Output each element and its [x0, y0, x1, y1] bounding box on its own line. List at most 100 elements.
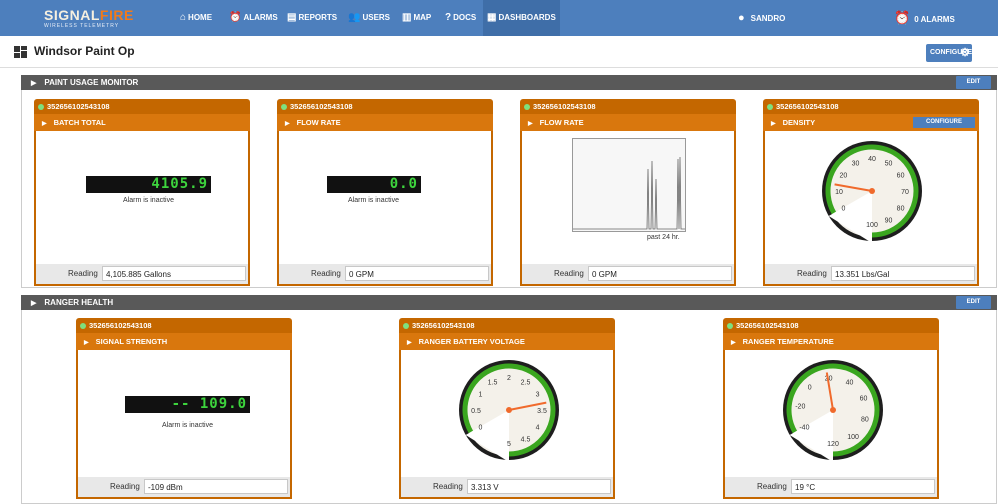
device-id: 352656102543108: [47, 102, 110, 111]
widget-title-bar[interactable]: ▶ RANGER BATTERY VOLTAGE: [399, 333, 615, 350]
gauge-tick-label: 90: [885, 218, 893, 225]
gauge-tick-label: 0.5: [471, 408, 481, 415]
caret-right-icon: ▶: [528, 121, 533, 127]
device-header[interactable]: 352656102543108: [520, 99, 736, 114]
reading-footer: Reading 3.313 V: [399, 477, 615, 499]
widget-title-bar[interactable]: ▶ SIGNAL STRENGTH: [76, 333, 292, 350]
device-header[interactable]: 352656102543108: [723, 318, 939, 333]
reading-label: Reading: [433, 482, 463, 491]
gauge-tick-label: 60: [860, 395, 868, 402]
nav-users-label: USERS: [362, 13, 391, 22]
widget-title-bar[interactable]: ▶ DENSITY CONFIGURE: [763, 114, 979, 131]
nav-users[interactable]: 👥 USERS: [348, 0, 390, 36]
widget-title: DENSITY: [782, 118, 816, 127]
widget-title: SIGNAL STRENGTH: [95, 337, 168, 346]
nav-docs[interactable]: ? DOCS: [445, 0, 476, 36]
nav-dashboards[interactable]: ▦ DASHBOARDS: [483, 0, 560, 36]
section-header-ranger-health[interactable]: ▶ RANGER HEALTH EDIT: [21, 295, 997, 310]
flow-trend-chart[interactable]: [572, 138, 686, 232]
device-id: 352656102543108: [290, 102, 353, 111]
alarm-counter[interactable]: ⏰ 0 ALARMS: [894, 0, 955, 36]
edit-section-button[interactable]: EDIT: [956, 76, 991, 89]
gauge-tick-label: 100: [847, 434, 859, 441]
nav-map[interactable]: ▥ MAP: [402, 0, 431, 36]
gauge-tick-label: 1.5: [488, 379, 498, 386]
status-dot-icon: [38, 104, 44, 111]
help-icon: ?: [445, 12, 452, 23]
gauge-tick-label: 3.5: [537, 408, 547, 415]
device-header[interactable]: 352656102543108: [76, 318, 292, 333]
nav-reports[interactable]: ▤ REPORTS: [287, 0, 337, 36]
status-dot-icon: [403, 323, 409, 330]
flow-trend-line: [573, 156, 685, 230]
reading-label: Reading: [757, 482, 787, 491]
nav-alarms[interactable]: ⏰ ALARMS: [229, 0, 278, 36]
reading-label: Reading: [554, 269, 584, 278]
widget-title: FLOW RATE: [539, 118, 584, 127]
reading-label: Reading: [68, 269, 98, 278]
signalfire-logo[interactable]: SIGNALFIRE WIRELESS TELEMETRY: [44, 8, 133, 30]
nav-home[interactable]: ⌂ HOME: [180, 0, 212, 36]
widget-title-bar[interactable]: ▶ FLOW RATE: [520, 114, 736, 131]
alarm-status: Alarm is inactive: [348, 197, 399, 204]
gauge-tick-label: 40: [868, 156, 876, 163]
nav-map-label: MAP: [413, 13, 432, 22]
widget-title-bar[interactable]: ▶ BATCH TOTAL: [34, 114, 250, 131]
density-gauge: 0 10 20 30 40 50 60 70 80 90 100: [822, 141, 922, 243]
nav-docs-label: DOCS: [453, 13, 477, 22]
status-dot-icon: [80, 323, 86, 330]
page-title: Windsor Paint Op: [34, 44, 135, 58]
voltage-gauge: 0 0.5 1 1.5 2 2.5 3 3.5 4 4.5 5: [459, 360, 559, 462]
gauge-tick-label: -20: [795, 404, 805, 411]
configure-dashboard-button[interactable]: CONFIGURE ⚙: [926, 44, 972, 62]
widget-body: 0 0.5 1 1.5 2 2.5 3 3.5 4 4.5 5: [399, 350, 615, 477]
temperature-gauge: -40-20020406080100120: [783, 360, 883, 462]
gauge-tick-label: 100: [866, 222, 878, 229]
device-header[interactable]: 352656102543108: [763, 99, 979, 114]
home-icon: ⌂: [180, 12, 187, 23]
user-menu[interactable]: ● SANDRO: [738, 0, 785, 36]
device-id: 352656102543108: [776, 102, 839, 111]
lcd-display: 0.0: [327, 176, 421, 193]
gauge-tick-label: 10: [835, 189, 843, 196]
reading-footer: Reading 19 °C: [723, 477, 939, 499]
gauge-tick-label: 80: [861, 417, 869, 424]
widget-title-bar[interactable]: ▶ FLOW RATE: [277, 114, 493, 131]
section-title: RANGER HEALTH: [44, 298, 114, 307]
status-dot-icon: [767, 104, 773, 111]
gauge-tick-label: 1: [478, 392, 482, 399]
gauge-tick-label: 20: [840, 173, 848, 180]
device-header[interactable]: 352656102543108: [277, 99, 493, 114]
alarm-clock-icon: ⏰: [894, 10, 911, 25]
widget-title-bar[interactable]: ▶ RANGER TEMPERATURE: [723, 333, 939, 350]
gauge-tick-label: 5: [507, 441, 511, 448]
report-icon: ▤: [287, 12, 297, 23]
nav-alarms-label: ALARMS: [243, 13, 278, 22]
configure-widget-button[interactable]: CONFIGURE: [913, 117, 975, 128]
gauge-tick-label: 70: [901, 189, 909, 196]
reading-value: 0 GPM: [588, 266, 732, 281]
gauge-tick-label: 4: [536, 425, 540, 432]
nav-reports-label: REPORTS: [298, 13, 338, 22]
gauge-tick-label: -40: [799, 425, 809, 432]
widget-title: BATCH TOTAL: [53, 118, 106, 127]
dashboard-grid-icon: [14, 46, 27, 58]
edit-section-button[interactable]: EDIT: [956, 296, 991, 309]
widget-title: FLOW RATE: [296, 118, 341, 127]
reading-label: Reading: [797, 269, 827, 278]
gauge-tick-label: 0: [478, 425, 482, 432]
gauge-tick-label: 40: [846, 379, 854, 386]
reading-value: 19 °C: [791, 479, 935, 494]
reading-footer: Reading 13.351 Lbs/Gal: [763, 264, 979, 286]
section-header-paint-usage[interactable]: ▶ PAINT USAGE MONITOR EDIT: [21, 75, 997, 90]
caret-right-icon: ▶: [771, 121, 776, 127]
section-title: PAINT USAGE MONITOR: [44, 78, 139, 87]
gauge-tick-label: 0: [841, 206, 845, 213]
widget-body: 0.0 Alarm is inactive: [277, 131, 493, 264]
gauge-tick-label: 50: [885, 160, 893, 167]
device-header[interactable]: 352656102543108: [34, 99, 250, 114]
device-id: 352656102543108: [736, 321, 799, 330]
device-header[interactable]: 352656102543108: [399, 318, 615, 333]
widget-body: past 24 hr.: [520, 131, 736, 264]
caret-right-icon: ▶: [285, 121, 290, 127]
